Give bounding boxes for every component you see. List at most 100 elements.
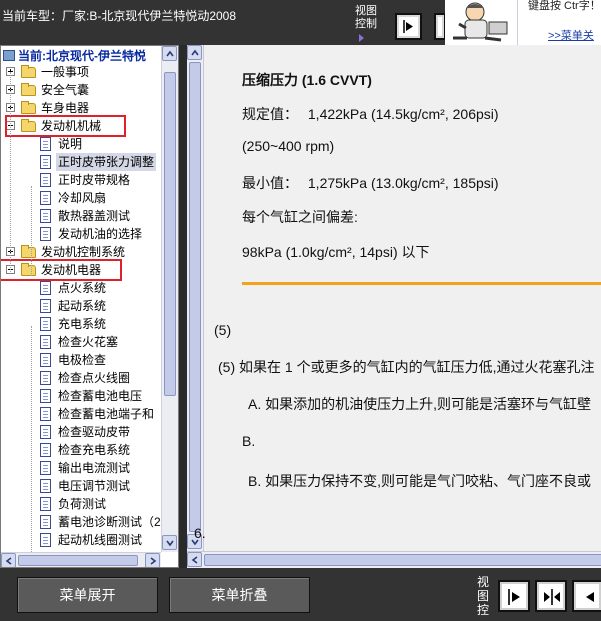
tree-document-item[interactable]: 电压调节测试 [38,477,130,495]
tree-item-label: 电极检查 [58,353,107,367]
tree-document-item[interactable]: 起动机线圈测试 [38,531,142,549]
promo-link[interactable]: >>菜单关 [548,27,594,43]
menu-tree-panel: 当前:北京现代-伊兰特悦 一般事项 安全气囊 车身电器 发动机机械 说明 正时皮带张力调整… [0,45,179,568]
document-icon [40,155,51,169]
tree-document-item[interactable]: 检查驱动皮带 [38,423,130,441]
chevron-up-icon [166,50,174,57]
deviation-label: 每个气缸之间偏差: [242,209,358,225]
tree-item-label-selected: 正时皮带张力调整 [56,153,157,171]
document-icon [40,353,51,367]
tree-document-item[interactable]: 负荷测试 [38,495,106,513]
tree-document-item[interactable]: 点火系统 [38,279,106,297]
tree-document-item[interactable]: 输出电流测试 [38,459,130,477]
tree-item-label: 充电系统 [58,317,107,331]
view-control-label: 视图控制 [355,5,385,42]
document-icon [40,173,51,187]
content-hscroll-thumb[interactable] [204,554,601,566]
top-bar: 当前车型：厂家:B-北京现代伊兰特悦动2008 视图控制 键盘按 Ctr字！ >… [0,0,601,45]
content-vertical-scrollbar[interactable] [187,45,204,551]
tree-document-item[interactable]: 检查火花塞 [38,333,118,351]
tree-document-item[interactable]: 发动机油的选择 [38,225,142,243]
tree-item-label: 检查火花塞 [58,335,119,349]
promo-banner: 键盘按 Ctr字！ >>菜单关 [517,0,601,45]
tree-root-label: 当前:北京现代-伊兰特悦 [3,47,163,64]
document-icon [40,461,51,475]
scroll-down-button[interactable] [162,535,177,550]
chevron-down-icon [166,540,174,547]
view-content-only-button[interactable] [498,580,530,612]
tree-folder-item[interactable]: 发动机机械 [5,115,126,137]
tree-connector-line [31,186,32,276]
tree-item-label: 检查驱动皮带 [58,425,131,439]
min-label: 最小值： [242,175,298,191]
tree-vertical-scrollbar[interactable] [161,46,178,552]
tree-folder-item[interactable]: 一般事项 [1,63,89,81]
tree-horizontal-scrollbar[interactable] [1,552,161,567]
document-icon [40,443,51,457]
tree-item-label: 检查蓄电池电压 [58,389,143,403]
collapse-menu-button[interactable]: 菜单折叠 [169,577,310,613]
stepB-label: B. [242,433,256,449]
tree-document-item[interactable]: 充电系统 [38,315,106,333]
tree-connector-line [10,72,11,272]
tree-document-item[interactable]: 检查点火线圈 [38,369,130,387]
document-icon [40,227,51,241]
section-heading: 压缩压力 (1.6 CVVT) [242,72,372,88]
tree-document-item[interactable]: 正时皮带规格 [38,171,130,189]
document-icon [40,335,51,349]
spec-line: 规定值： 1,422kPa (14.5kg/cm², 206psi) [242,104,499,124]
tree-folder-item[interactable]: 发动机电器 [1,259,122,281]
tree-item-label: 冷却风扇 [58,191,107,205]
scroll-right-button[interactable] [145,553,160,567]
document-icon [40,191,51,205]
tree-folder-item[interactable]: 安全气囊 [1,81,89,99]
folder-icon [21,245,36,258]
tree-document-item[interactable]: 散热器盖测试 [38,207,130,225]
expand-menu-button[interactable]: 菜单展开 [17,577,158,613]
document-icon [40,425,51,439]
scroll-up-button[interactable] [162,46,177,61]
arrow-right-bar-icon [508,589,520,605]
document-icon [40,497,51,511]
content-horizontal-scrollbar[interactable] [187,551,601,568]
chevron-right-icon [150,557,157,565]
tree-document-item[interactable]: 检查充电系统 [38,441,130,459]
tree-scroll-thumb[interactable] [164,72,176,396]
tree-document-item[interactable]: 检查蓄电池端子和 [38,405,154,423]
tree-item-label: 输出电流测试 [58,461,131,475]
stepB-text: B. 如果压力保持不变,则可能是气门咬粘、气门座不良或 [248,473,592,489]
tree-document-item[interactable]: 检查蓄电池电压 [38,387,142,405]
folder-icon [21,65,36,78]
tree-item-label: 起动系统 [58,299,107,313]
min-line: 最小值： 1,275kPa (13.0kg/cm², 185psi) [242,173,499,193]
tree-document-item[interactable]: 电极检查 [38,351,106,369]
arrow-left-icon [586,592,594,602]
tree-document-item[interactable]: 起动系统 [38,297,106,315]
step6-number: 6. [194,525,206,541]
view-menu-only-button[interactable] [572,580,601,612]
view-expand-right-button[interactable] [395,13,422,40]
chevron-left-icon [191,556,198,564]
tree-document-item[interactable]: 说明 [38,135,82,153]
tree-document-item[interactable]: 冷却风扇 [38,189,106,207]
tree-hscroll-thumb[interactable] [18,555,138,566]
step5-text: (5) 如果在 1 个或更多的气缸内的气缸压力低,通过火花塞孔注 [218,359,595,375]
document-icon [40,371,51,385]
document-content-panel: 压缩压力 (1.6 CVVT) 规定值： 1,422kPa (14.5kg/cm… [187,45,601,568]
spec-label: 规定值： [242,106,298,122]
promo-text: 键盘按 Ctr字！ [528,0,601,12]
tree-document-item[interactable]: 正时皮带张力调整 [38,153,157,171]
content-scroll-left-button[interactable] [187,552,202,567]
content-scroll-up-button[interactable] [187,45,202,60]
highlight-annotation-box [1,259,122,281]
mascot-image [445,0,517,45]
tree-document-item[interactable]: 蓄电池诊断测试（2 [38,513,161,531]
chevron-up-icon [191,49,199,56]
scroll-left-button[interactable] [1,553,16,567]
deviation-value: 98kPa (1.0kg/cm², 14psi) 以下 [242,244,430,260]
tree-item-label: 检查点火线圈 [58,371,131,385]
content-scroll-thumb[interactable] [189,62,201,532]
view-split-both-button[interactable] [535,580,567,612]
document-icon [40,389,51,403]
document-icon [40,479,51,493]
